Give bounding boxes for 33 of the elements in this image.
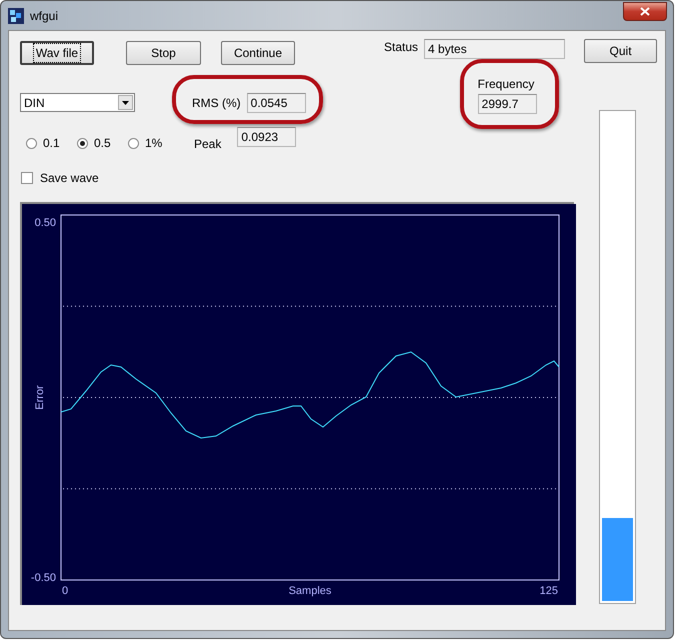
dropdown-value: DIN — [24, 96, 45, 110]
close-button[interactable] — [623, 2, 667, 21]
frequency-label: Frequency — [478, 77, 534, 91]
toolbar-button[interactable]: Wav file — [20, 41, 94, 65]
x-axis-tick: 125 — [540, 585, 558, 597]
frequency-field[interactable]: 2999.7 — [478, 94, 537, 114]
y-axis-tick: -0.50 — [30, 572, 56, 584]
status-label: Status — [384, 40, 418, 54]
y-axis-title: Error — [34, 385, 46, 410]
close-icon — [640, 7, 650, 16]
radio-button[interactable] — [26, 138, 37, 148]
status-field[interactable]: 4 bytes — [424, 39, 566, 59]
radio-button[interactable] — [77, 138, 88, 148]
quit-button[interactable]: Quit — [584, 39, 658, 63]
dropdown-arrow-icon — [122, 100, 129, 104]
rms-label: RMS (%) — [192, 96, 241, 110]
radio-label: 0.1 — [43, 136, 60, 150]
save-wave-checkbox[interactable] — [21, 172, 33, 184]
radio-label: 1% — [145, 136, 162, 150]
peak-field[interactable]: 0.0923 — [237, 127, 296, 147]
y-axis-tick: 0.50 — [34, 217, 56, 229]
x-axis-title: Samples — [288, 585, 332, 597]
toolbar-button[interactable]: Stop — [126, 41, 201, 65]
rms-field[interactable]: 0.0545 — [246, 93, 306, 113]
save-wave-label: Save wave — [40, 171, 99, 185]
filter-dropdown[interactable]: DIN — [20, 93, 135, 112]
app-icon — [8, 8, 24, 24]
radio-button[interactable] — [128, 138, 139, 148]
window-title: wfgui — [30, 8, 58, 22]
radio-label: 0.5 — [94, 136, 111, 150]
toolbar-button[interactable]: Continue — [221, 41, 295, 65]
peak-label: Peak — [194, 137, 222, 151]
x-axis-tick: 0 — [62, 585, 68, 597]
